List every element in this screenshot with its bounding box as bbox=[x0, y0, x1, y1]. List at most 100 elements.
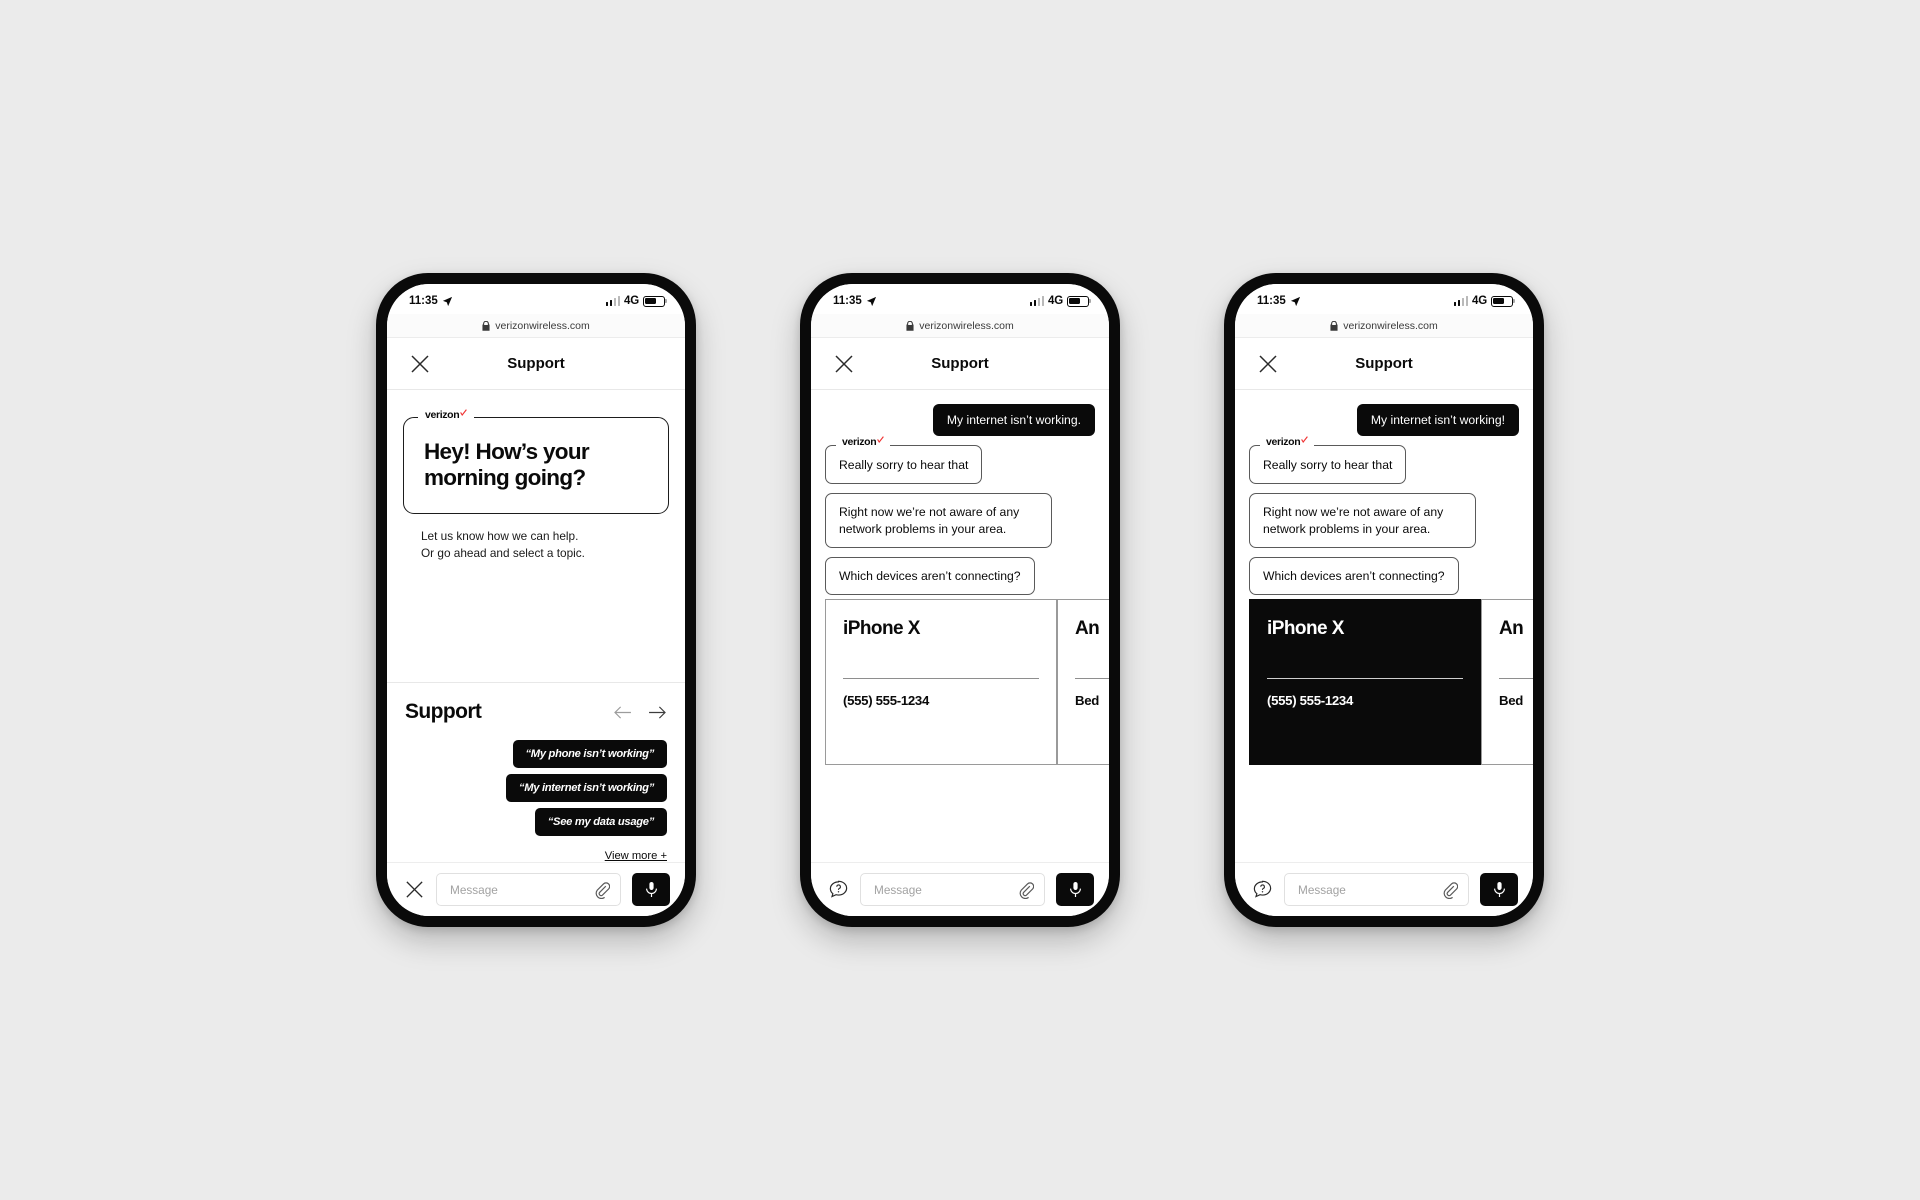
device-card-rule bbox=[843, 678, 1039, 680]
device-card-selected[interactable]: iPhone X (555) 555-1234 bbox=[1249, 599, 1481, 766]
voice-input-button[interactable] bbox=[1480, 873, 1518, 906]
paperclip-icon[interactable] bbox=[1442, 881, 1458, 899]
browser-url-bar[interactable]: verizonwireless.com bbox=[387, 314, 685, 338]
message-composer: Message bbox=[811, 862, 1109, 916]
device-detail: (555) 555-1234 bbox=[1267, 693, 1353, 709]
phone-2-body: My internet isn’t working. verizon Reall… bbox=[811, 390, 1109, 862]
verizon-check-icon bbox=[1301, 436, 1309, 443]
device-card[interactable]: iPhone X (555) 555-1234 bbox=[825, 599, 1057, 766]
hero-heading: Hey! How’s your morning going? bbox=[424, 439, 590, 491]
chat-bubble-agent: Which devices aren’t connecting? bbox=[825, 557, 1035, 596]
view-more-link[interactable]: View more + bbox=[405, 850, 667, 862]
hero-section: verizon Hey! How’s your morning going? L… bbox=[387, 390, 685, 563]
status-bar: 11:35 4G bbox=[387, 284, 685, 314]
phone-2-screen: 11:35 4G verizonwireless.com Support My … bbox=[811, 284, 1109, 916]
device-card[interactable]: An Bed bbox=[1481, 599, 1533, 766]
status-bar-right: 4G bbox=[1453, 295, 1513, 307]
hero-subtext: Let us know how we can help. Or go ahead… bbox=[421, 529, 585, 561]
verizon-logo: verizon bbox=[1260, 436, 1315, 448]
location-arrow-icon bbox=[1290, 296, 1300, 306]
verizon-logo: verizon bbox=[836, 436, 891, 448]
location-arrow-icon bbox=[866, 296, 876, 306]
device-card-rule bbox=[1499, 678, 1533, 680]
message-placeholder: Message bbox=[874, 882, 922, 897]
url-text: verizonwireless.com bbox=[495, 319, 590, 332]
support-section-title: Support bbox=[405, 700, 482, 723]
app-header: Support bbox=[1235, 338, 1533, 390]
message-input[interactable]: Message bbox=[436, 873, 621, 906]
chat-bubble-text: Which devices aren’t connecting? bbox=[1249, 557, 1459, 596]
verizon-wordmark: verizon bbox=[425, 409, 460, 421]
support-section: Support “My phone isn’t working” “My int… bbox=[387, 683, 685, 862]
device-name: An bbox=[1499, 618, 1524, 640]
paperclip-icon[interactable] bbox=[1018, 881, 1034, 899]
status-bar: 11:35 4G bbox=[1235, 284, 1533, 314]
signal-bars-icon bbox=[1453, 295, 1469, 306]
device-card-carousel: iPhone X (555) 555-1234 An Bed bbox=[811, 599, 1109, 766]
chat-bubble-user: My internet isn’t working! bbox=[1356, 404, 1519, 436]
verizon-logo: verizon bbox=[418, 409, 475, 421]
suggestion-chip[interactable]: “My internet isn’t working” bbox=[505, 774, 667, 802]
signal-bars-icon bbox=[605, 295, 621, 306]
phone-1-body: verizon Hey! How’s your morning going? L… bbox=[387, 390, 685, 862]
phone-3-body: My internet isn’t working! verizon Reall… bbox=[1235, 390, 1533, 862]
page-title: Support bbox=[1355, 355, 1413, 372]
signal-bars-icon bbox=[1029, 295, 1045, 306]
microphone-icon bbox=[1493, 882, 1505, 897]
chat-bubble-text: Right now we’re not aware of any network… bbox=[1249, 493, 1476, 549]
status-time: 11:35 bbox=[833, 295, 862, 307]
close-icon[interactable] bbox=[833, 353, 855, 375]
message-placeholder: Message bbox=[1298, 882, 1346, 897]
phone-mockup-stage: 11:35 4G verizonwireless.com Support ver… bbox=[0, 0, 1920, 1200]
message-input[interactable]: Message bbox=[1284, 873, 1469, 906]
battery-icon bbox=[1491, 295, 1513, 307]
arrow-right-icon[interactable] bbox=[648, 705, 667, 720]
verizon-check-icon bbox=[877, 436, 885, 443]
lock-icon bbox=[1330, 320, 1338, 331]
status-bar-left: 11:35 bbox=[409, 295, 453, 307]
status-time: 11:35 bbox=[1257, 295, 1286, 307]
paperclip-icon[interactable] bbox=[594, 881, 610, 899]
network-label: 4G bbox=[624, 295, 639, 307]
verizon-check-icon bbox=[460, 409, 468, 416]
browser-url-bar[interactable]: verizonwireless.com bbox=[811, 314, 1109, 338]
phone-3: 11:35 4G verizonwireless.com Support My … bbox=[1224, 273, 1544, 927]
browser-url-bar[interactable]: verizonwireless.com bbox=[1235, 314, 1533, 338]
verizon-wordmark: verizon bbox=[842, 436, 877, 448]
device-name: iPhone X bbox=[843, 618, 920, 640]
device-detail: (555) 555-1234 bbox=[843, 693, 929, 709]
support-header-row: Support bbox=[405, 700, 667, 724]
microphone-icon bbox=[1069, 882, 1081, 897]
suggestion-chip[interactable]: “My phone isn’t working” bbox=[512, 740, 667, 768]
page-title: Support bbox=[507, 355, 565, 372]
voice-input-button[interactable] bbox=[1056, 873, 1094, 906]
url-text: verizonwireless.com bbox=[919, 319, 1014, 332]
voice-input-button[interactable] bbox=[632, 873, 670, 906]
arrow-left-icon[interactable] bbox=[613, 705, 632, 720]
help-chat-icon[interactable] bbox=[1252, 879, 1273, 900]
chat-thread: My internet isn’t working. verizon Reall… bbox=[811, 390, 1109, 596]
chat-bubble-text: Really sorry to hear that bbox=[825, 445, 983, 485]
app-header: Support bbox=[387, 338, 685, 390]
microphone-icon bbox=[645, 882, 657, 897]
message-input[interactable]: Message bbox=[860, 873, 1045, 906]
close-icon[interactable] bbox=[409, 353, 431, 375]
status-bar-left: 11:35 bbox=[1257, 295, 1301, 307]
close-icon[interactable] bbox=[404, 879, 425, 900]
verizon-wordmark: verizon bbox=[1266, 436, 1301, 448]
device-card-rule bbox=[1075, 678, 1109, 680]
close-icon[interactable] bbox=[1257, 353, 1279, 375]
device-card[interactable]: An Bed bbox=[1057, 599, 1109, 766]
phone-2: 11:35 4G verizonwireless.com Support My … bbox=[800, 273, 1120, 927]
page-title: Support bbox=[931, 355, 989, 372]
message-composer: Message bbox=[387, 862, 685, 916]
device-name: An bbox=[1075, 618, 1100, 640]
phone-3-screen: 11:35 4G verizonwireless.com Support My … bbox=[1235, 284, 1533, 916]
chat-bubble-text: Really sorry to hear that bbox=[1249, 445, 1407, 485]
status-time: 11:35 bbox=[409, 295, 438, 307]
suggestion-chip[interactable]: “See my data usage” bbox=[534, 808, 667, 836]
help-chat-icon[interactable] bbox=[828, 879, 849, 900]
chat-bubble-agent: Right now we’re not aware of any network… bbox=[825, 493, 1052, 549]
chat-bubble-text: Right now we’re not aware of any network… bbox=[825, 493, 1052, 549]
hero-card: verizon Hey! How’s your morning going? bbox=[403, 409, 669, 515]
